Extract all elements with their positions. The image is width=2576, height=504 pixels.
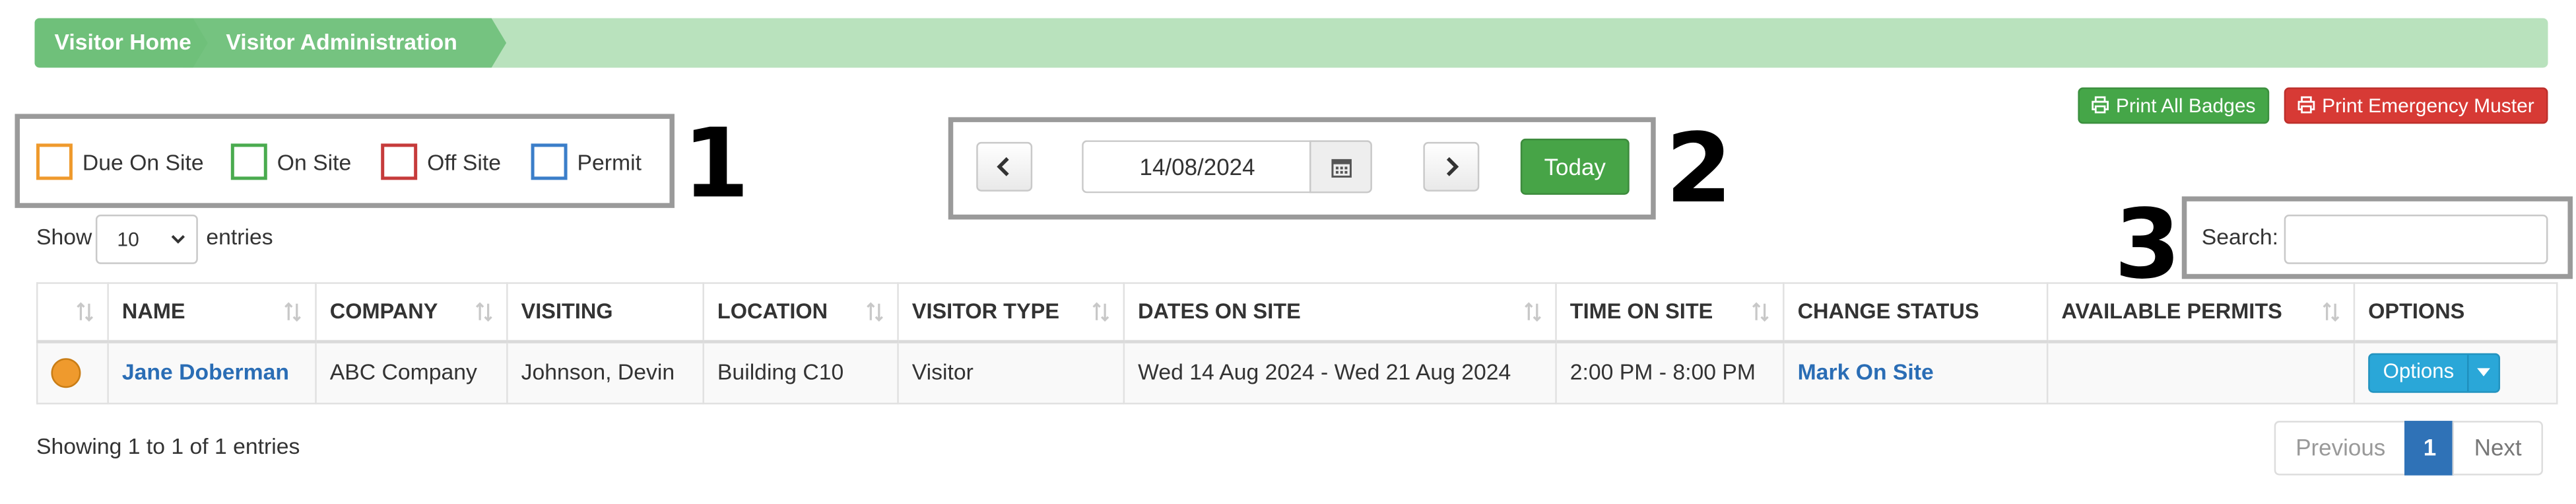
show-entries-label: Show <box>36 224 92 250</box>
entries-selected-value: 10 <box>117 227 139 251</box>
legend-due-on-site: Due On Site <box>36 140 204 183</box>
pagination-next[interactable]: Next <box>2453 421 2544 476</box>
legend-on-site: On Site <box>230 140 352 183</box>
column-header-available-permits[interactable]: AVAILABLE PERMITS <box>2046 282 2356 343</box>
print-emergency-muster-label: Print Emergency Muster <box>2322 94 2534 118</box>
date-input[interactable]: 14/08/2024 <box>1082 140 1311 194</box>
printer-icon <box>2297 96 2315 114</box>
visitor-name-link[interactable]: Jane Doberman <box>122 360 289 384</box>
printer-icon <box>2092 96 2109 114</box>
calendar-button[interactable] <box>1309 140 1372 194</box>
visiting-cell: Johnson, Devin <box>506 340 704 405</box>
company-cell: ABC Company <box>315 340 508 405</box>
name-cell: Jane Doberman <box>107 340 317 405</box>
dates-on-site-cell: Wed 14 Aug 2024 - Wed 21 Aug 2024 <box>1123 340 1557 405</box>
annotation-number-1: 1 <box>682 107 750 220</box>
sort-icon <box>2322 302 2340 326</box>
location-cell: Building C10 <box>702 340 899 405</box>
calendar-icon <box>1331 158 1351 177</box>
sort-icon <box>284 302 302 326</box>
legend-label: On Site <box>277 149 352 174</box>
breadcrumb-item-visitor-home[interactable]: Visitor Home <box>34 18 207 67</box>
column-header-dates-on-site[interactable]: DATES ON SITE <box>1123 282 1557 343</box>
column-header-options: OPTIONS <box>2353 282 2558 343</box>
sort-icon <box>1752 302 1769 326</box>
visitor-type-cell: Visitor <box>897 340 1125 405</box>
entries-label: entries <box>206 224 273 250</box>
mark-on-site-link[interactable]: Mark On Site <box>1798 360 1934 384</box>
legend-label: Due On Site <box>82 149 204 174</box>
available-permits-cell <box>2046 340 2356 405</box>
legend-off-site: Off Site <box>381 140 501 183</box>
pagination-previous[interactable]: Previous <box>2274 421 2407 476</box>
table-header-row: NAME COMPANY VISITING LOCATION VISITOR T… <box>36 282 2558 343</box>
search-input[interactable] <box>2284 214 2548 264</box>
entries-per-page-select[interactable]: 10 <box>95 214 198 264</box>
sort-icon <box>1092 302 1109 326</box>
options-dropdown-button[interactable]: Options <box>2368 353 2501 393</box>
column-header-visiting[interactable]: VISITING <box>506 282 704 343</box>
search-label: Search: <box>2201 224 2279 250</box>
sort-icon <box>866 302 884 326</box>
options-cell: Options <box>2353 340 2558 405</box>
print-all-badges-button[interactable]: Print All Badges <box>2078 87 2269 124</box>
options-label: Options <box>2383 359 2455 383</box>
legend-swatch <box>531 143 568 180</box>
annotation-number-3: 3 <box>2114 188 2181 301</box>
legend-permit: Permit <box>531 140 642 183</box>
legend-label: Permit <box>577 149 642 174</box>
chevron-down-icon <box>170 216 186 279</box>
legend-swatch <box>36 143 73 180</box>
column-header-status[interactable] <box>36 282 109 343</box>
status-cell <box>36 340 109 405</box>
annotation-number-2: 2 <box>1665 112 1733 225</box>
next-day-button[interactable] <box>1423 141 1480 192</box>
change-status-cell: Mark On Site <box>1783 340 2049 405</box>
sort-icon <box>1524 302 1542 326</box>
print-emergency-muster-button[interactable]: Print Emergency Muster <box>2284 87 2548 124</box>
column-header-location[interactable]: LOCATION <box>702 282 899 343</box>
legend-swatch <box>230 143 267 180</box>
column-header-change-status: CHANGE STATUS <box>1783 282 2049 343</box>
chevron-left-icon <box>997 157 1009 176</box>
caret-down-icon <box>2467 354 2498 391</box>
pagination: Previous 1 Next <box>2274 421 2544 476</box>
sort-icon <box>475 302 493 326</box>
visitor-table: NAME COMPANY VISITING LOCATION VISITOR T… <box>36 282 2558 405</box>
today-button[interactable]: Today <box>1520 138 1630 195</box>
pagination-page-1[interactable]: 1 <box>2405 421 2455 476</box>
table-row: Jane Doberman ABC Company Johnson, Devin… <box>36 340 2558 405</box>
column-header-company[interactable]: COMPANY <box>315 282 508 343</box>
print-all-badges-label: Print All Badges <box>2115 94 2256 118</box>
column-header-visitor-type[interactable]: VISITOR TYPE <box>897 282 1125 343</box>
chevron-right-icon <box>1446 157 1459 176</box>
time-on-site-cell: 2:00 PM - 8:00 PM <box>1555 340 1785 405</box>
legend-swatch <box>381 143 418 180</box>
breadcrumb: Visitor Home Visitor Administration <box>34 18 2548 68</box>
legend-label: Off Site <box>427 149 502 174</box>
column-header-name[interactable]: NAME <box>107 282 317 343</box>
table-info: Showing 1 to 1 of 1 entries <box>36 434 300 459</box>
sort-icon <box>76 302 94 326</box>
breadcrumb-item-visitor-administration[interactable]: Visitor Administration <box>183 18 506 67</box>
status-indicator <box>51 357 81 388</box>
previous-day-button[interactable] <box>976 141 1033 192</box>
column-header-time-on-site[interactable]: TIME ON SITE <box>1555 282 1785 343</box>
